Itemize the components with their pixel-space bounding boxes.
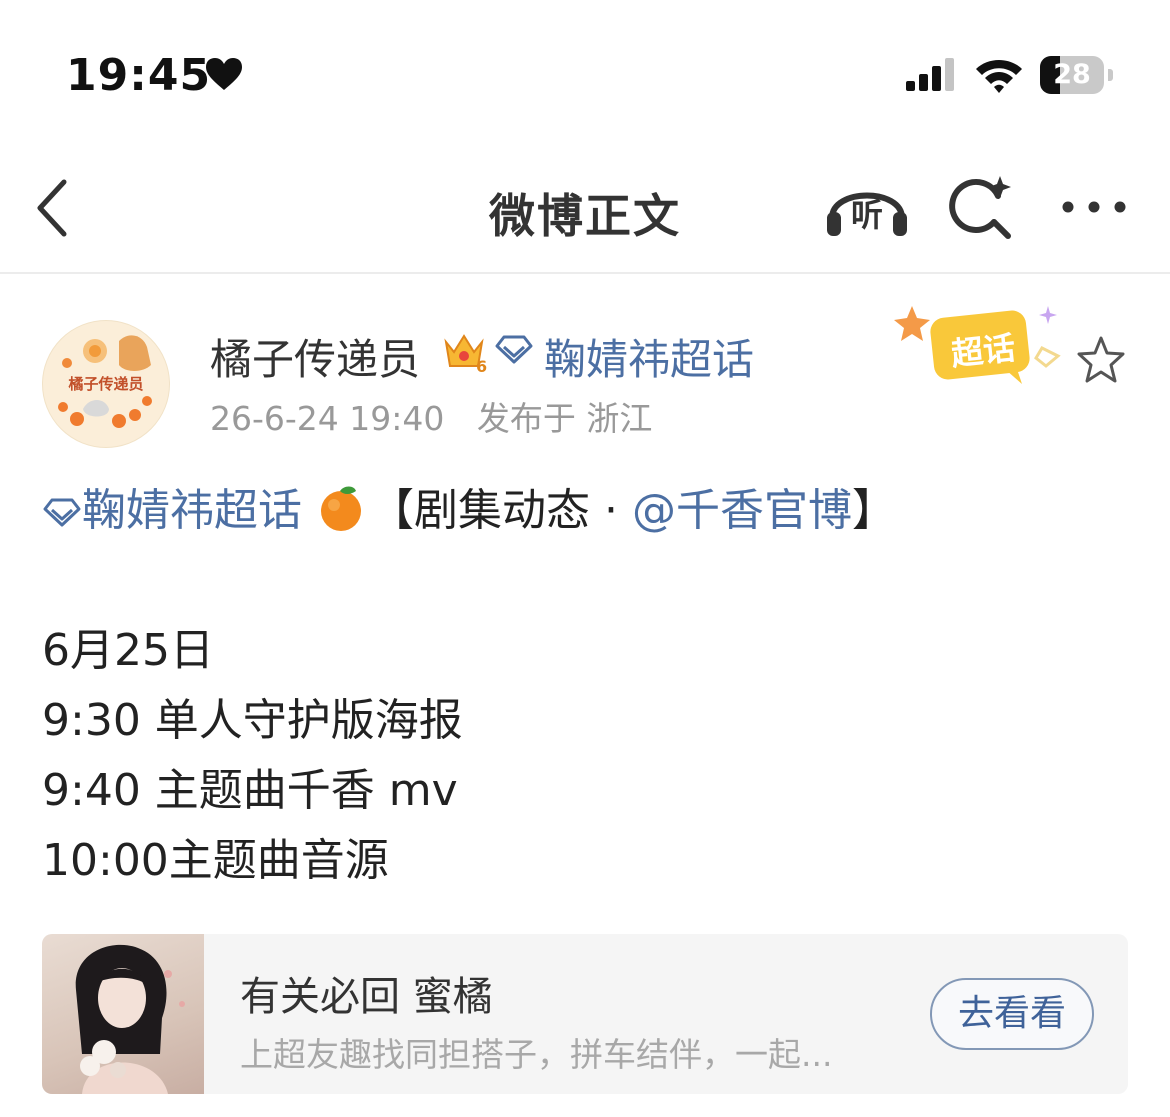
status-time: 19:45 xyxy=(66,50,212,101)
avatar[interactable]: 橘子传递员 xyxy=(42,320,170,448)
avatar-label: 橘子传递员 xyxy=(68,375,144,393)
post-content: 鞠婧祎超话 【剧集动态 · @千香官博】 6月25日 9:30 单人守护版海报 … xyxy=(42,476,1132,896)
more-icon[interactable] xyxy=(1058,192,1130,222)
crown-badge-icon: 6 xyxy=(444,334,487,374)
bracket-suffix: 】 xyxy=(851,485,896,536)
bracket-prefix: 【剧集动态 · xyxy=(370,485,632,536)
orange-icon xyxy=(321,486,361,531)
mention-link[interactable]: @千香官博 xyxy=(632,485,852,536)
crown-level: 6 xyxy=(476,357,487,374)
card-thumbnail xyxy=(42,934,204,1094)
heart-icon xyxy=(206,58,242,90)
username[interactable]: 橘子传递员 xyxy=(210,326,420,387)
wifi-icon xyxy=(976,60,1022,93)
star-icon[interactable] xyxy=(1074,334,1128,386)
topic-link[interactable]: 鞠婧祎超话 xyxy=(544,326,754,387)
signal-icon xyxy=(906,58,954,91)
diamond-icon xyxy=(43,498,81,527)
topic-card[interactable]: 有关必回 蜜橘 上超友趣找同担搭子，拼车结伴，一起... 去看看 xyxy=(42,934,1128,1094)
content-line: 10:00主题曲音源 xyxy=(42,835,389,886)
listen-button[interactable]: 听 xyxy=(824,174,910,240)
battery-level: 28 xyxy=(1053,59,1091,90)
card-subtitle: 上超友趣找同担搭子，拼车结伴，一起... xyxy=(240,1035,833,1074)
content-line: 9:30 单人守护版海报 xyxy=(42,695,463,746)
post-date: 26-6-24 19:40 xyxy=(210,399,445,438)
go-see-button[interactable]: 去看看 xyxy=(930,978,1094,1050)
supertopic-label: 超话 xyxy=(949,328,1018,374)
diamond-icon xyxy=(495,335,533,364)
card-title: 有关必回 蜜橘 xyxy=(240,974,493,1020)
battery-indicator: 28 xyxy=(1040,56,1116,94)
post-location: 发布于 浙江 xyxy=(476,399,653,438)
supertopic-badge[interactable]: 超话 xyxy=(890,300,1072,392)
content-first-line: 鞠婧祎超话 【剧集动态 · @千香官博】 xyxy=(42,476,1132,546)
listen-label: 听 xyxy=(850,196,883,234)
nav-divider xyxy=(0,272,1170,274)
topic-link-inline[interactable]: 鞠婧祎超话 xyxy=(82,485,302,536)
content-line: 6月25日 xyxy=(42,625,214,676)
post-meta: 26-6-24 19:40 发布于 浙江 xyxy=(210,392,652,440)
search-icon[interactable] xyxy=(946,174,1014,240)
content-line: 9:40 主题曲千香 mv xyxy=(42,765,458,816)
